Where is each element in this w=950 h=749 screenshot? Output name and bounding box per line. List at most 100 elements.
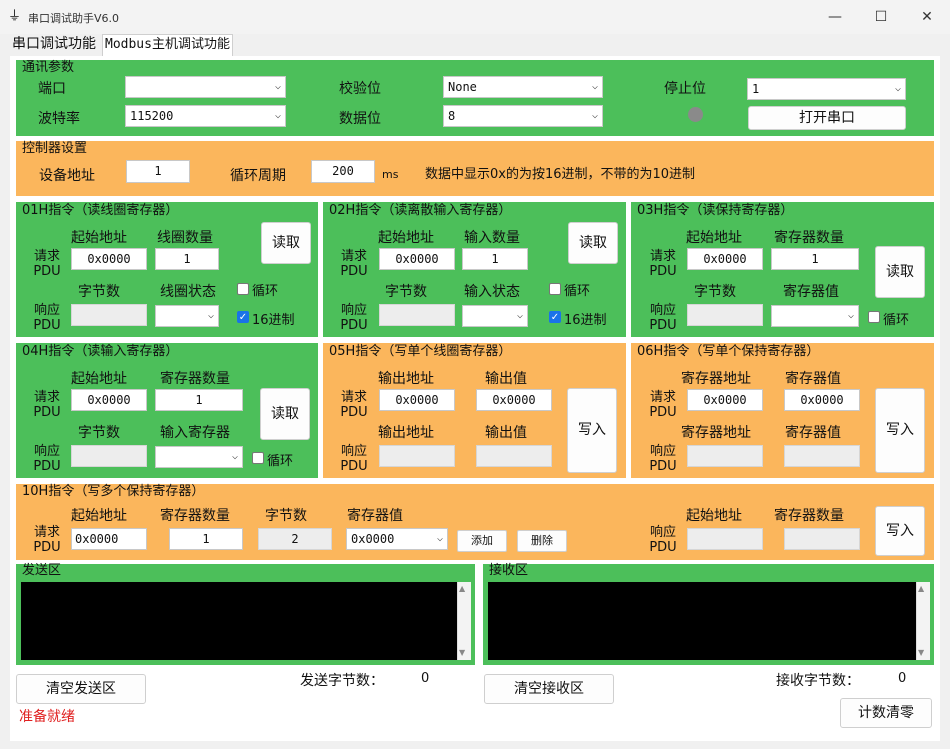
receive-bytes-label: 接收字节数： [776,673,860,689]
scroll-up-icon[interactable]: ▲ [459,584,465,593]
f10-write-button[interactable]: 写入 [875,506,925,556]
f01-count-input[interactable]: 1 [155,248,219,270]
f06-reg-addr-input[interactable]: 0x0000 [687,389,763,411]
minimize-button[interactable]: — [812,0,858,34]
f02-count-label: 输入数量 [464,230,520,246]
f01-hex-checkbox[interactable]: ✓ [237,311,249,323]
f03-count-input[interactable]: 1 [771,248,859,270]
f06-write-button[interactable]: 写入 [875,388,925,473]
f05-write-button[interactable]: 写入 [567,388,617,473]
f05-resp-addr-output [379,445,455,467]
f02-response-label: 响应 PDU [340,303,368,333]
device-address-label: 设备地址 [39,168,95,184]
baud-select[interactable]: 115200 ⌵ [125,105,286,127]
f04-value-select[interactable]: ⌵ [155,446,243,468]
close-button[interactable]: ✕ [904,0,950,34]
f06-resp-addr-output [687,445,763,467]
f10-value-label: 寄存器值 [347,508,403,524]
cycle-period-input[interactable]: 200 [311,160,375,183]
f03-read-button[interactable]: 读取 [875,246,925,298]
device-address-input[interactable]: 1 [126,160,190,183]
f10-title: 10H指令（写多个保持寄存器） [22,484,205,499]
f04-start-label: 起始地址 [71,371,127,387]
f01-hex-label: 16进制 [252,313,295,328]
f03-value-select[interactable]: ⌵ [771,305,859,327]
f02-loop-checkbox[interactable] [549,283,561,295]
f02-start-input[interactable]: 0x0000 [379,248,455,270]
f01-read-button[interactable]: 读取 [261,222,311,264]
databits-select[interactable]: 8 ⌵ [443,105,603,127]
stopbits-select[interactable]: 1 ⌵ [747,78,906,100]
port-select[interactable]: ⌵ [125,76,286,98]
f04-response-label: 响应 PDU [33,444,61,474]
f04-request-label: 请求 PDU [33,390,61,420]
f05-out-addr-label: 输出地址 [378,371,434,387]
f04-bytes-output [71,445,147,467]
clear-receive-button[interactable]: 清空接收区 [484,674,614,704]
f03-bytes-label: 字节数 [694,284,736,300]
f03-request-label: 请求 PDU [649,249,677,279]
scroll-up-icon[interactable]: ▲ [918,584,924,593]
f02-hex-checkbox[interactable]: ✓ [549,311,561,323]
f04-count-input[interactable]: 1 [155,389,243,411]
reset-counter-button[interactable]: 计数清零 [840,698,932,728]
f05-title: 05H指令（写单个线圈寄存器） [329,344,512,359]
f10-request-label: 请求 PDU [33,525,61,555]
title-bar [0,0,950,34]
f06-resp-addr-label: 寄存器地址 [681,425,751,441]
f02-count-input[interactable]: 1 [462,248,528,270]
f02-bytes-label: 字节数 [385,284,427,300]
app-icon: ⏚ [8,9,22,24]
receive-textarea[interactable] [488,582,916,660]
f10-delete-button[interactable]: 删除 [517,530,567,552]
send-textarea[interactable] [21,582,457,660]
f10-add-button[interactable]: 添加 [457,530,507,552]
f03-count-label: 寄存器数量 [774,230,844,246]
maximize-button[interactable]: ☐ [858,0,904,34]
f02-hex-label: 16进制 [564,313,607,328]
f05-out-val-input[interactable]: 0x0000 [476,389,552,411]
f04-read-button[interactable]: 读取 [260,388,310,440]
f05-resp-val-output [476,445,552,467]
f04-start-input[interactable]: 0x0000 [71,389,147,411]
f03-loop-checkbox[interactable] [868,311,880,323]
f02-status-label: 输入状态 [464,284,520,300]
scroll-down-icon[interactable]: ▼ [459,648,465,657]
f01-title: 01H指令（读线圈寄存器） [22,203,179,218]
f01-loop-checkbox[interactable] [237,283,249,295]
status-text: 准备就绪 [19,709,75,725]
f01-loop-label: 循环 [252,284,279,299]
f03-loop-label: 循环 [883,313,910,328]
f03-start-input[interactable]: 0x0000 [687,248,763,270]
f04-bytes-label: 字节数 [78,425,120,441]
chevron-down-icon: ⌵ [516,310,523,321]
f01-status-label: 线圈状态 [160,284,216,300]
f05-out-addr-input[interactable]: 0x0000 [379,389,455,411]
f01-status-select[interactable]: ⌵ [155,305,219,327]
open-port-button[interactable]: 打开串口 [748,106,906,130]
f10-count-input[interactable]: 1 [169,528,243,550]
chevron-down-icon: ⌵ [274,110,281,121]
comm-params-title: 通讯参数 [22,60,75,75]
f02-read-button[interactable]: 读取 [568,222,618,264]
cycle-period-label: 循环周期 [230,168,286,184]
f10-resp-count-label: 寄存器数量 [774,508,844,524]
send-bytes-label: 发送字节数： [300,673,384,689]
f10-start-input[interactable]: 0x0000 [71,528,147,550]
f05-response-label: 响应 PDU [340,444,368,474]
f02-status-select[interactable]: ⌵ [462,305,528,327]
f06-reg-val-input[interactable]: 0x0000 [784,389,860,411]
chevron-down-icon: ⌵ [591,81,598,92]
chevron-down-icon: ⌵ [436,533,443,544]
f10-value-select[interactable]: 0x0000 ⌵ [346,528,448,550]
f01-start-input[interactable]: 0x0000 [71,248,147,270]
scroll-down-icon[interactable]: ▼ [918,648,924,657]
f04-loop-checkbox[interactable] [252,452,264,464]
f01-bytes-output [71,304,147,326]
clear-send-button[interactable]: 清空发送区 [16,674,146,704]
parity-select[interactable]: None ⌵ [443,76,603,98]
controller-settings-title: 控制器设置 [22,141,88,156]
tab-modbus-master[interactable]: Modbus主机调试功能 [102,34,233,56]
tab-serial-debug[interactable]: 串口调试功能 [10,34,98,56]
port-status-indicator [688,107,703,122]
